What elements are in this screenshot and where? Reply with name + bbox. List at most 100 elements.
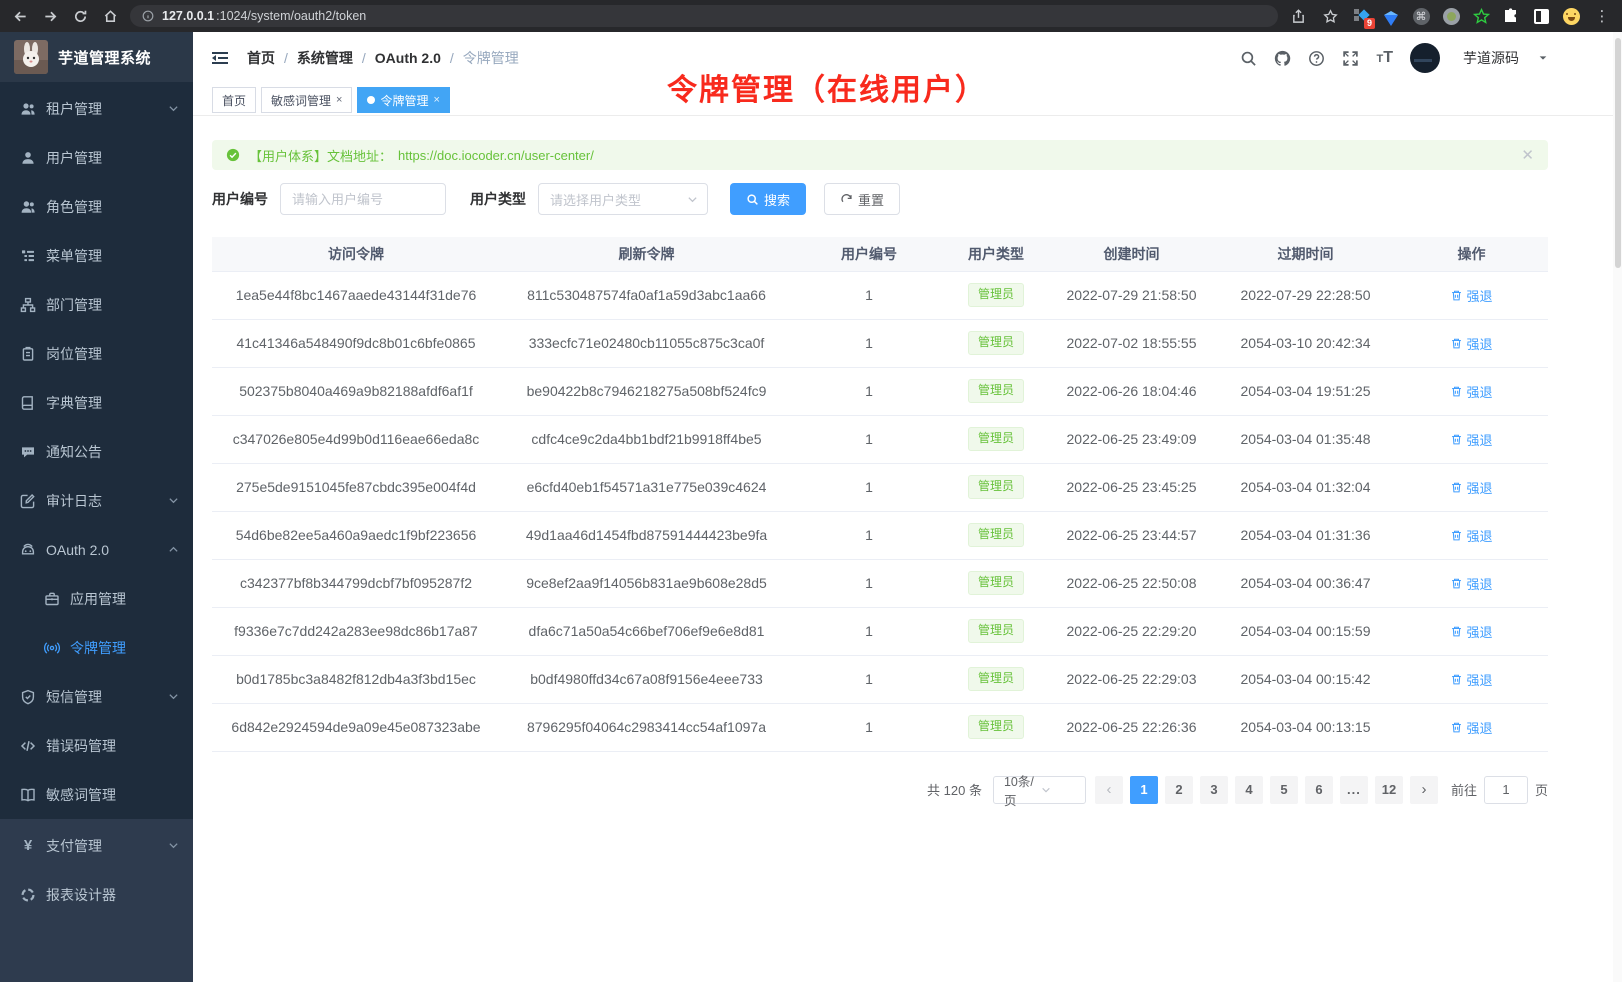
sidebar-item-sensitive[interactable]: 敏感词管理	[0, 770, 193, 819]
tab-close-icon[interactable]: ×	[433, 95, 439, 106]
collapse-sidebar-icon[interactable]	[209, 47, 231, 69]
font-size-icon[interactable]: TT	[1376, 49, 1393, 67]
role-icon	[20, 199, 36, 215]
force-logout-button[interactable]: 强退	[1450, 526, 1492, 545]
cell-user-type: 管理员	[945, 415, 1047, 463]
url-bar[interactable]: 127.0.0.1:1024/system/oauth2/token	[130, 5, 1278, 27]
sidebar-item-dict[interactable]: 字典管理	[0, 378, 193, 427]
force-logout-button[interactable]: 强退	[1450, 334, 1492, 353]
search-button[interactable]: 搜索	[730, 183, 806, 215]
force-logout-button[interactable]: 强退	[1450, 718, 1492, 737]
page-button[interactable]: 2	[1165, 776, 1193, 804]
sidepanel-icon[interactable]	[1532, 7, 1550, 25]
content: 【用户体系】文档地址： https://doc.iocoder.cn/user-…	[193, 116, 1622, 982]
page-button[interactable]: 5	[1270, 776, 1298, 804]
force-logout-button[interactable]: 强退	[1450, 574, 1492, 593]
user-type-badge: 管理员	[968, 619, 1024, 643]
sidebar-item-errcode[interactable]: 错误码管理	[0, 721, 193, 770]
alert-link[interactable]: https://doc.iocoder.cn/user-center/	[398, 148, 594, 163]
tab-item[interactable]: 敏感词管理×	[261, 87, 352, 113]
page-button[interactable]: 12	[1375, 776, 1403, 804]
sidebar-item-tenant[interactable]: 租户管理	[0, 84, 193, 133]
user-id-input[interactable]	[280, 183, 446, 215]
page-button[interactable]: 3	[1200, 776, 1228, 804]
tab-active[interactable]: 令牌管理×	[357, 87, 449, 113]
sidebar-item-dept[interactable]: 部门管理	[0, 280, 193, 329]
force-logout-button[interactable]: 强退	[1450, 478, 1492, 497]
extension-record-icon[interactable]	[1442, 7, 1460, 25]
breadcrumb-separator: /	[284, 50, 288, 66]
sidebar-item-post[interactable]: 岗位管理	[0, 329, 193, 378]
cell-refresh: cdfc4ce9c2da4bb1bdf21b9918ff4be5	[500, 415, 793, 463]
tab-close-icon[interactable]: ×	[336, 95, 342, 106]
jump-page-input[interactable]	[1484, 776, 1528, 804]
sidebar-item-report[interactable]: 报表设计器	[0, 870, 193, 919]
forward-icon[interactable]	[40, 6, 60, 26]
pager-ellipsis[interactable]: ...	[1340, 776, 1368, 804]
scrollbar[interactable]	[1613, 32, 1622, 982]
user-icon	[20, 150, 36, 166]
cell-created: 2022-06-25 22:29:20	[1047, 607, 1216, 655]
page-button[interactable]: 6	[1305, 776, 1333, 804]
caret-down-icon[interactable]	[1538, 53, 1548, 63]
column-header: 创建时间	[1047, 237, 1216, 271]
extension-puzzle-icon[interactable]	[1502, 7, 1520, 25]
force-logout-button[interactable]: 强退	[1450, 622, 1492, 641]
url-path: :1024/system/oauth2/token	[216, 9, 366, 23]
avatar[interactable]	[1410, 43, 1440, 73]
force-logout-button[interactable]: 强退	[1450, 382, 1492, 401]
reset-button[interactable]: 重置	[824, 183, 900, 215]
sidebar-item-sms[interactable]: 短信管理	[0, 672, 193, 721]
next-page-button[interactable]: ›	[1410, 776, 1438, 804]
page-size-select[interactable]: 10条/页	[993, 776, 1086, 804]
sidebar-item-menu[interactable]: 菜单管理	[0, 231, 193, 280]
info-icon[interactable]	[142, 10, 154, 22]
sidebar-item-app[interactable]: 应用管理	[0, 574, 193, 623]
browser-chrome: 127.0.0.1:1024/system/oauth2/token 9 ⌘ ⋮	[0, 0, 1622, 32]
app-logo[interactable]: 芋道管理系统	[0, 32, 193, 82]
sidebar-item-oauth2[interactable]: OAuth 2.0	[0, 525, 193, 574]
breadcrumb-item[interactable]: 系统管理	[297, 48, 353, 68]
sidebar-item-label: 敏感词管理	[46, 785, 179, 805]
close-icon[interactable]: ✕	[1521, 146, 1534, 164]
extension-star-icon[interactable]	[1472, 7, 1490, 25]
extension-command-icon[interactable]: ⌘	[1412, 7, 1430, 25]
user-type-select[interactable]: 请选择用户类型	[538, 183, 708, 215]
sidebar-item-audit[interactable]: 审计日志	[0, 476, 193, 525]
profile-avatar-icon[interactable]	[1562, 7, 1580, 25]
force-logout-button[interactable]: 强退	[1450, 430, 1492, 449]
sidebar-item-role[interactable]: 角色管理	[0, 182, 193, 231]
breadcrumb-item[interactable]: 首页	[247, 48, 275, 68]
scrollbar-thumb[interactable]	[1615, 38, 1621, 268]
share-icon[interactable]	[1288, 6, 1308, 26]
sidebar-item-pay[interactable]: ¥支付管理	[0, 821, 193, 870]
page-button[interactable]: 1	[1130, 776, 1158, 804]
force-logout-button[interactable]: 强退	[1450, 286, 1492, 305]
user-name[interactable]: 芋道源码	[1463, 48, 1519, 68]
back-icon[interactable]	[10, 6, 30, 26]
tab-home[interactable]: 首页	[212, 87, 256, 113]
cell-created: 2022-06-25 23:49:09	[1047, 415, 1216, 463]
bookmark-star-icon[interactable]	[1320, 6, 1340, 26]
force-logout-label: 强退	[1466, 286, 1492, 305]
breadcrumb-item[interactable]: OAuth 2.0	[375, 50, 441, 66]
sidebar-item-notice[interactable]: 通知公告	[0, 427, 193, 476]
trash-icon	[1450, 577, 1463, 590]
cell-user_id: 1	[793, 511, 945, 559]
sidebar-item-user[interactable]: 用户管理	[0, 133, 193, 182]
home-icon[interactable]	[100, 6, 120, 26]
extension-badge: 9	[1364, 18, 1375, 29]
force-logout-button[interactable]: 强退	[1450, 670, 1492, 689]
github-icon[interactable]	[1274, 50, 1291, 67]
extension-chart-icon[interactable]: 9	[1352, 7, 1370, 25]
page-button[interactable]: 4	[1235, 776, 1263, 804]
browser-menu-icon[interactable]: ⋮	[1592, 6, 1612, 26]
help-icon[interactable]	[1308, 50, 1325, 67]
sidebar-item-token[interactable]: 令牌管理	[0, 623, 193, 672]
fullscreen-icon[interactable]	[1342, 50, 1359, 67]
prev-page-button[interactable]: ‹	[1095, 776, 1123, 804]
reload-icon[interactable]	[70, 6, 90, 26]
extension-gem-icon[interactable]	[1382, 7, 1400, 25]
cell-created: 2022-07-29 21:58:50	[1047, 271, 1216, 319]
search-icon[interactable]	[1240, 50, 1257, 67]
